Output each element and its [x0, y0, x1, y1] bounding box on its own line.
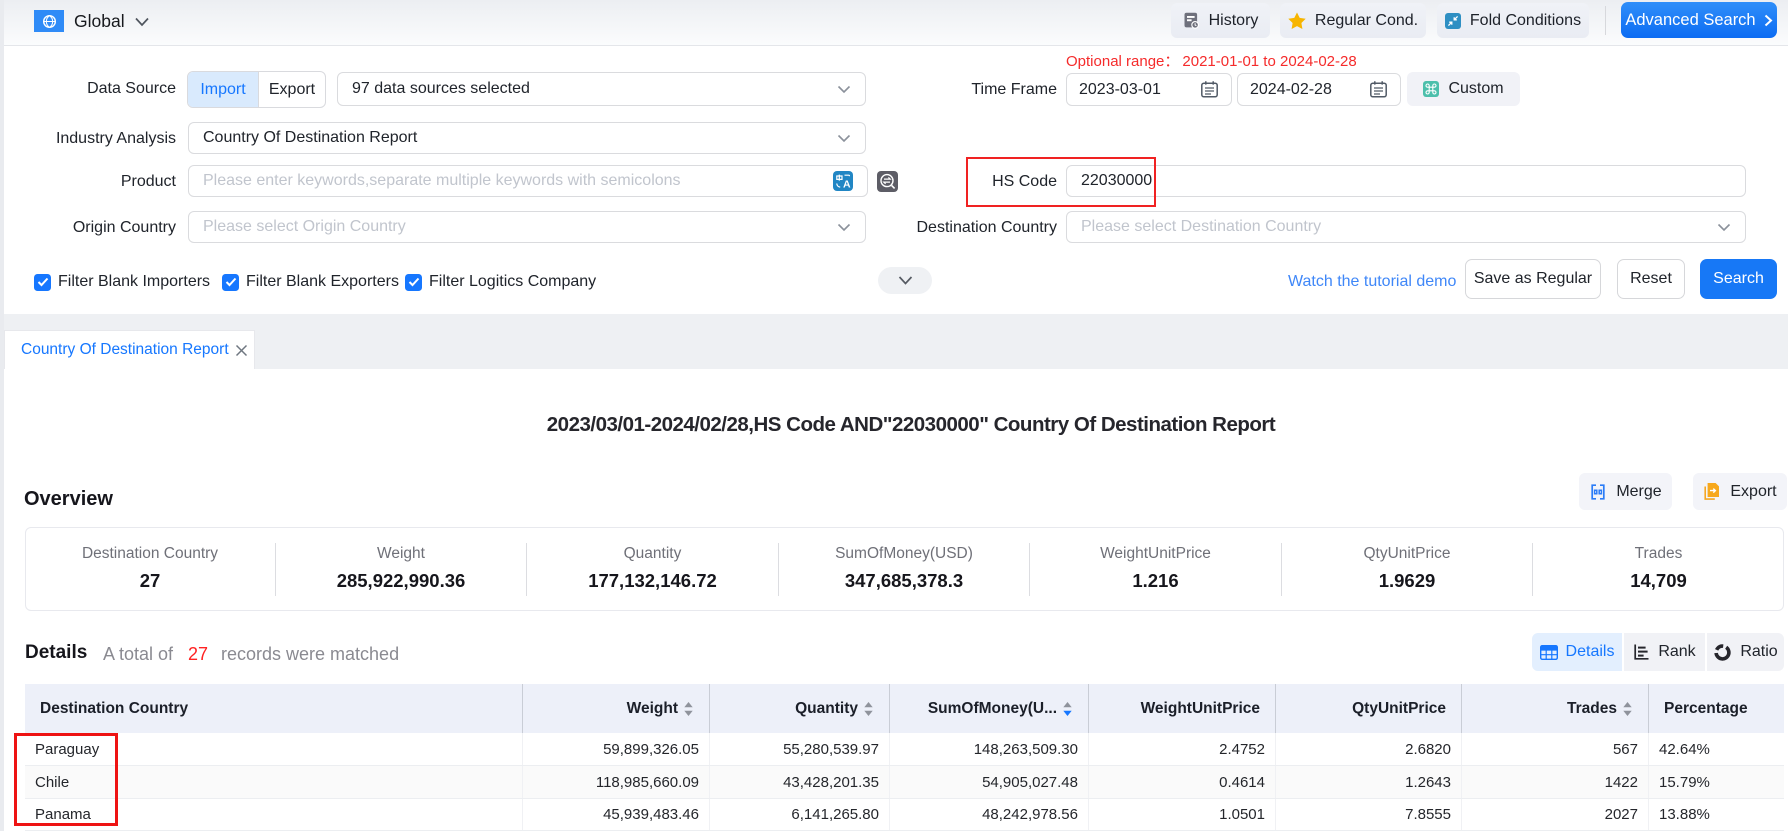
svg-text:A: A — [843, 178, 851, 190]
